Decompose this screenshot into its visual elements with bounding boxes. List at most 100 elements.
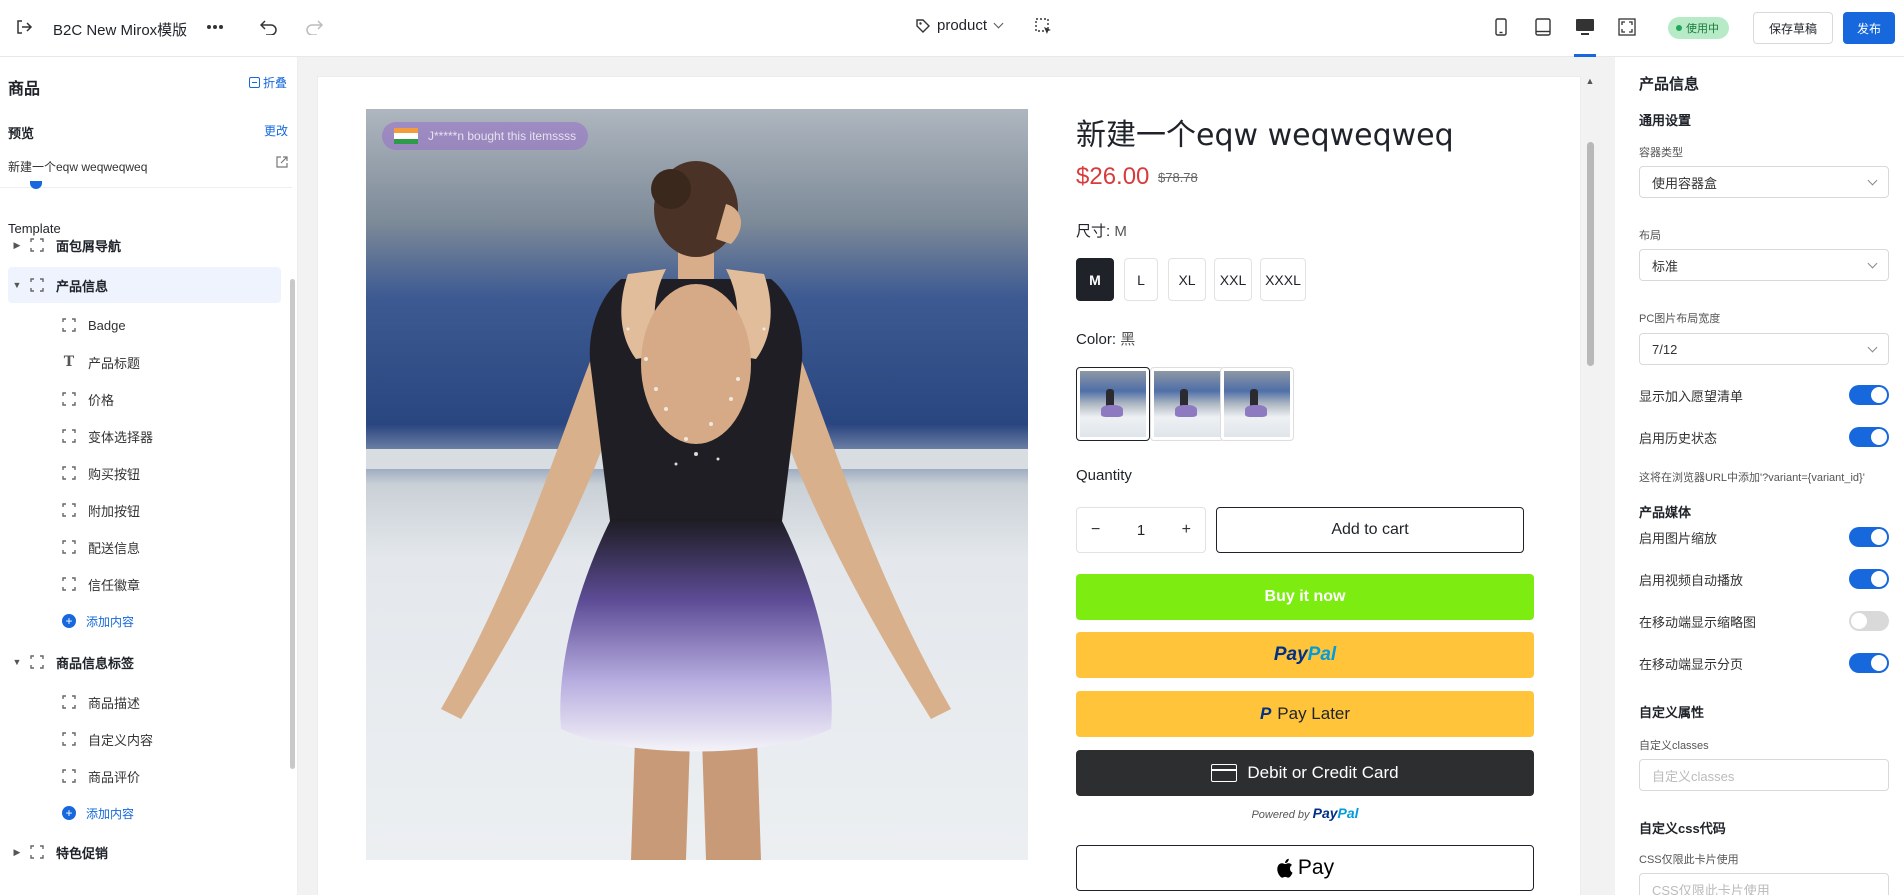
custom-css-section: 自定义css代码 — [1639, 821, 1726, 836]
desktop-view-icon[interactable] — [1574, 16, 1596, 38]
custom-classes-input[interactable]: 自定义classes — [1639, 759, 1889, 791]
toggle-label: 启用历史状态 — [1639, 430, 1718, 446]
color-swatch[interactable] — [1150, 367, 1224, 441]
debit-credit-label: Debit or Credit Card — [1247, 763, 1399, 782]
fullscreen-icon[interactable] — [1616, 16, 1638, 38]
toggle-row-history: 启用历史状态 — [1639, 425, 1889, 449]
quantity-stepper: − 1 + — [1076, 507, 1206, 553]
frame-icon — [62, 695, 76, 709]
tree-item[interactable]: ▼ 产品信息 — [8, 267, 281, 303]
apple-pay-button[interactable]: Pay — [1076, 845, 1534, 891]
tree-item[interactable]: Badge — [0, 307, 290, 343]
color-swatch[interactable] — [1076, 367, 1150, 441]
status-dot-icon — [1676, 25, 1682, 31]
size-option-button[interactable]: XXXL — [1260, 258, 1306, 301]
collapse-button[interactable]: 折叠 — [249, 74, 287, 91]
exit-icon[interactable] — [13, 16, 35, 38]
divider — [0, 187, 292, 188]
caret-right-icon[interactable]: ▶ — [10, 240, 24, 251]
add-to-cart-button[interactable]: Add to cart — [1216, 507, 1524, 553]
video-autoplay-toggle[interactable] — [1849, 569, 1889, 589]
tree-item-label: 特色促销 — [56, 845, 109, 861]
size-option-button[interactable]: M — [1076, 258, 1114, 301]
tree-item[interactable]: 商品评价 — [0, 758, 290, 794]
external-link-icon[interactable] — [276, 156, 288, 171]
caret-down-icon[interactable]: ▼ — [10, 657, 24, 667]
image-zoom-toggle[interactable] — [1849, 527, 1889, 547]
undo-icon[interactable] — [258, 16, 280, 38]
color-swatch[interactable] — [1220, 367, 1294, 441]
toggle-label: 显示加入愿望清单 — [1639, 388, 1744, 404]
frame-icon — [62, 577, 76, 591]
product-image[interactable]: J*****n bought this itemssss — [366, 109, 1028, 860]
page-selector[interactable]: product — [915, 17, 1004, 34]
frame-icon — [62, 540, 76, 554]
buy-now-button[interactable]: Buy it now — [1076, 574, 1534, 620]
size-option-button[interactable]: XL — [1168, 258, 1206, 301]
frame-icon — [30, 655, 44, 669]
size-option-button[interactable]: XXL — [1214, 258, 1252, 301]
size-value: M — [1114, 223, 1127, 240]
add-content-button[interactable]: + 添加内容 — [0, 795, 290, 831]
pay-later-label: Pay Later — [1277, 704, 1351, 723]
tree-item[interactable]: 变体选择器 — [0, 418, 290, 454]
redo-icon[interactable] — [303, 16, 325, 38]
left-scrollbar[interactable] — [290, 279, 295, 769]
collapse-icon — [249, 77, 260, 88]
plus-icon[interactable]: + — [1182, 521, 1191, 539]
top-bar: B2C New Mirox模版 product 使用中 保存草稿 发布 — [0, 0, 1904, 57]
pay-later-button[interactable]: P Pay Later — [1076, 691, 1534, 737]
tree-item[interactable]: T 产品标题 — [0, 344, 290, 380]
caret-down-icon[interactable]: ▼ — [10, 280, 24, 290]
history-toggle[interactable] — [1849, 427, 1889, 447]
tree-item[interactable]: 购买按钮 — [0, 455, 290, 491]
scroll-up-arrow-icon[interactable]: ▲ — [1585, 76, 1595, 86]
element-select-icon[interactable] — [1033, 16, 1055, 38]
tablet-view-icon[interactable] — [1532, 16, 1554, 38]
container-type-label: 容器类型 — [1639, 147, 1683, 159]
tree-item-label: 购买按钮 — [88, 466, 141, 482]
tree-item[interactable]: 附加按钮 — [0, 492, 290, 528]
product-page: J*****n bought this itemssss 新建一个eqw weq… — [318, 77, 1580, 895]
more-icon[interactable] — [204, 16, 226, 38]
mobile-thumbnails-toggle[interactable] — [1849, 611, 1889, 631]
color-label: Color: — [1076, 331, 1117, 348]
save-draft-button[interactable]: 保存草稿 — [1753, 12, 1833, 44]
tree-item[interactable]: 信任徽章 — [0, 566, 290, 602]
caret-right-icon[interactable]: ▶ — [10, 847, 24, 858]
tree-item[interactable]: 价格 — [0, 381, 290, 417]
toggle-row-autoplay: 启用视频自动播放 — [1639, 567, 1889, 591]
add-content-button[interactable]: + 添加内容 — [0, 603, 290, 639]
tree-item[interactable]: ▶ 面包屑导航 — [0, 227, 290, 263]
pc-width-select[interactable]: 7/12 — [1639, 333, 1889, 365]
change-link[interactable]: 更改 — [264, 122, 288, 139]
size-option-button[interactable]: L — [1124, 258, 1158, 301]
tree-item[interactable]: ▼ 商品信息标签 — [0, 644, 290, 680]
tree-item[interactable]: 自定义内容 — [0, 721, 290, 757]
quantity-value[interactable]: 1 — [1137, 522, 1145, 539]
tree-item[interactable]: ▶ 特色促销 — [0, 834, 290, 870]
history-note: 这将在浏览器URL中添加'?variant={variant_id}' — [1639, 472, 1865, 484]
css-input[interactable]: CSS仅限此卡片使用 — [1639, 873, 1889, 895]
mobile-view-icon[interactable] — [1490, 16, 1512, 38]
toggle-label: 在移动端显示分页 — [1639, 656, 1744, 672]
minus-icon[interactable]: − — [1091, 521, 1100, 539]
tree-item[interactable]: 配送信息 — [0, 529, 290, 565]
debit-credit-button[interactable]: Debit or Credit Card — [1076, 750, 1534, 796]
recent-purchase-badge: J*****n bought this itemssss — [382, 122, 589, 150]
wishlist-toggle[interactable] — [1849, 385, 1889, 405]
mobile-pagination-toggle[interactable] — [1849, 653, 1889, 673]
tree-item[interactable]: 商品描述 — [0, 684, 290, 720]
layout-label: 布局 — [1639, 230, 1661, 242]
container-type-value: 使用容器盒 — [1652, 175, 1718, 191]
publish-button[interactable]: 发布 — [1843, 12, 1895, 44]
container-type-select[interactable]: 使用容器盒 — [1639, 166, 1889, 198]
canvas-scrollbar[interactable] — [1587, 142, 1594, 366]
css-label: CSS仅限此卡片使用 — [1639, 854, 1739, 866]
layout-select[interactable]: 标准 — [1639, 249, 1889, 281]
color-value: 黑 — [1120, 331, 1136, 348]
chevron-down-icon — [1867, 175, 1878, 185]
paypal-button[interactable]: Pay Pal — [1076, 632, 1534, 678]
size-label: 尺寸: — [1076, 223, 1111, 240]
size-option-label: 尺寸: M — [1076, 220, 1127, 241]
